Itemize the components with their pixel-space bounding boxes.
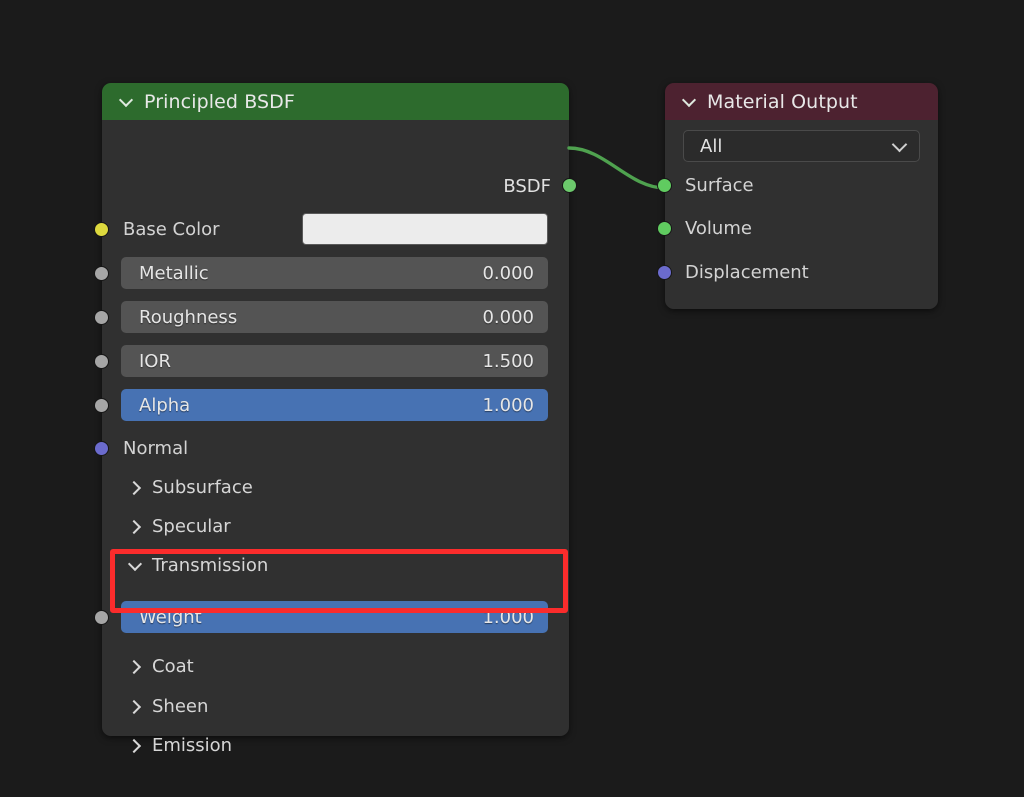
socket-input-displacement[interactable] [657,265,672,280]
slider-value-metallic: 0.000 [482,262,534,284]
slider-value-ior: 1.500 [482,350,534,372]
panel-label-transmission: Transmission [152,555,269,576]
slider-transmission-weight[interactable]: Weight 1.000 [121,601,548,633]
panel-toggle-transmission[interactable]: Transmission [129,555,268,576]
slider-ior[interactable]: IOR 1.500 [121,345,548,377]
slider-value-roughness: 0.000 [482,306,534,328]
node-material-output[interactable]: Material Output All Surface Volume Displ… [657,83,938,309]
panel-toggle-coat[interactable]: Coat [129,656,194,677]
panel-toggle-sheen[interactable]: Sheen [129,696,208,717]
chevron-down-icon [893,139,907,153]
slider-label-alpha: Alpha [139,394,191,416]
node-editor-canvas[interactable]: Principled BSDF BSDF Base Color Metallic… [0,0,1024,797]
principled-node-title: Principled BSDF [144,90,295,113]
socket-input-transmission-weight[interactable] [94,610,109,625]
panel-toggle-subsurface[interactable]: Subsurface [129,477,253,498]
socket-input-roughness[interactable] [94,310,109,325]
input-label-volume: Volume [685,218,752,239]
socket-input-normal[interactable] [94,441,109,456]
slider-metallic[interactable]: Metallic 0.000 [121,257,548,289]
chevron-right-icon [129,700,142,713]
chevron-right-icon [129,660,142,673]
panel-label-specular: Specular [152,516,231,537]
socket-input-volume[interactable] [657,221,672,236]
input-label-displacement: Displacement [685,262,809,283]
principled-node-header[interactable]: Principled BSDF [102,83,569,120]
link-bsdf-to-surface [567,146,667,190]
slider-value-alpha: 1.000 [482,394,534,416]
slider-label-ior: IOR [139,350,171,372]
target-dropdown-value: All [700,135,723,157]
slider-roughness[interactable]: Roughness 0.000 [121,301,548,333]
panel-label-emission: Emission [152,735,233,756]
node-principled-bsdf[interactable]: Principled BSDF BSDF Base Color Metallic… [94,83,577,756]
panel-label-subsurface: Subsurface [152,477,253,498]
input-label-base-color: Base Color [123,219,220,240]
target-dropdown[interactable]: All [683,130,920,162]
socket-input-surface[interactable] [657,178,672,193]
input-label-normal: Normal [123,438,189,459]
socket-input-metallic[interactable] [94,266,109,281]
chevron-down-icon [129,559,142,572]
material-output-node-body: All Surface Volume Displacement [657,120,938,309]
material-output-node-header[interactable]: Material Output [665,83,938,120]
principled-node-body: BSDF Base Color Metallic 0.000 Roughness… [94,120,577,756]
slider-alpha[interactable]: Alpha 1.000 [121,389,548,421]
socket-output-bsdf[interactable] [562,178,577,193]
socket-input-base-color[interactable] [94,222,109,237]
slider-label-metallic: Metallic [139,262,209,284]
slider-value-weight: 1.000 [482,606,534,628]
panel-label-coat: Coat [152,656,194,677]
socket-input-alpha[interactable] [94,398,109,413]
chevron-right-icon [129,520,142,533]
chevron-down-icon[interactable] [683,95,696,108]
output-label-bsdf: BSDF [503,176,551,197]
socket-input-ior[interactable] [94,354,109,369]
panel-label-sheen: Sheen [152,696,209,717]
chevron-down-icon[interactable] [120,95,133,108]
slider-label-roughness: Roughness [139,306,238,328]
chevron-right-icon [129,481,142,494]
base-color-swatch[interactable] [302,213,548,245]
slider-label-weight: Weight [139,606,202,628]
chevron-right-icon [129,739,142,752]
material-output-node-title: Material Output [707,90,858,113]
panel-toggle-emission[interactable]: Emission [129,735,232,756]
panel-toggle-specular[interactable]: Specular [129,516,231,537]
input-label-surface: Surface [685,175,754,196]
